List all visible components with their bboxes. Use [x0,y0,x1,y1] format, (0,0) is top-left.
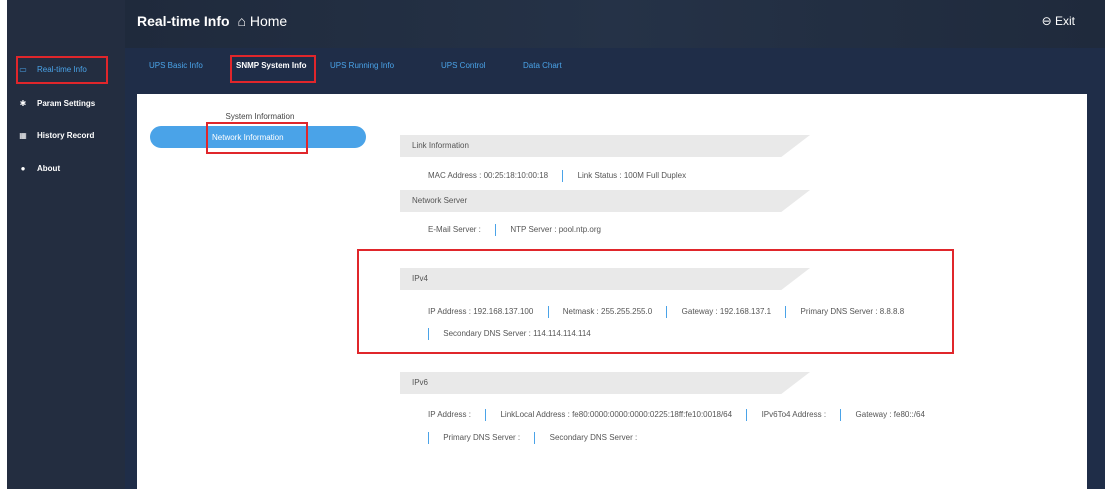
separator [495,224,497,236]
home-icon: ⌂ [237,13,246,29]
ipv6-secondary-dns-label: Secondary DNS Server : [549,433,638,443]
ipv6-row-1: IP Address : LinkLocal Address : fe80:00… [428,409,925,421]
info-icon: ● [20,163,26,173]
ntp-server-label: NTP Server : [510,225,557,235]
section-ipv4: IPv4 [400,268,810,290]
separator [485,409,487,421]
ipv6to4-address-label: IPv6To4 Address : [761,410,827,420]
section-ipv6: IPv6 [400,372,810,394]
ipv4-gateway-value: 192.168.137.1 [719,307,772,317]
sidebar-item-label: Real-time Info [37,64,87,74]
gear-icon: ✱ [19,98,27,108]
separator [562,170,564,182]
link-info-row: MAC Address : 00:25:18:10:00:18 Link Sta… [428,170,687,182]
sidebar-item-label: History Record [37,130,95,140]
mac-address-value: 00:25:18:10:00:18 [483,171,549,181]
ipv4-address-value: 192.168.137.100 [473,307,534,317]
monitor-icon: ▭ [19,64,27,74]
sidebar-item-realtime-info[interactable]: ▭ Real-time Info [17,58,117,80]
home-link[interactable]: ⌂ Home [237,13,287,29]
logout-icon: ⊖ [1041,14,1052,28]
ntp-server-value: pool.ntp.org [558,225,601,235]
ipv6-linklocal-value: fe80:0000:0000:0000:0225:18ff:fe10:0018/… [572,410,733,420]
subnav-system-information[interactable]: System Information [185,112,335,121]
ipv4-netmask-value: 255.255.255.0 [601,307,653,317]
tab-ups-control[interactable]: UPS Control [441,61,485,70]
calendar-icon: ▦ [19,130,27,140]
ipv4-primary-dns-value: 8.8.8.8 [879,307,905,317]
separator [428,432,429,444]
exit-button[interactable]: ⊖ Exit [1042,14,1075,28]
separator [840,409,842,421]
section-link-information: Link Information [400,135,810,157]
ipv6-address-label: IP Address : [428,410,471,420]
tab-data-chart[interactable]: Data Chart [523,61,562,70]
sidebar: ▭ Real-time Info ✱ Param Settings ▦ Hist… [7,0,125,489]
separator [785,306,787,318]
ipv4-row-1: IP Address : 192.168.137.100 Netmask : 2… [428,306,905,318]
tab-ups-running-info[interactable]: UPS Running Info [330,61,394,70]
sidebar-item-label: About [37,163,61,173]
subnav-network-information-label: Network Information [212,133,284,142]
link-status-value: 100M Full Duplex [623,171,687,181]
tab-bar: UPS Basic Info SNMP System Info UPS Runn… [125,48,1105,86]
ipv4-secondary-dns-value: 114.114.114.114 [533,329,591,339]
ipv4-row-2: Secondary DNS Server : 114.114.114.114 [428,328,591,340]
separator [547,306,549,318]
ipv6-gateway-value: fe80::/64 [893,410,925,420]
separator [534,432,536,444]
separator [666,306,668,318]
separator [746,409,748,421]
ipv6-row-2: Primary DNS Server : Secondary DNS Serve… [428,432,637,444]
tab-snmp-system-info[interactable]: SNMP System Info [236,61,307,70]
sidebar-item-param-settings[interactable]: ✱ Param Settings [17,92,117,114]
network-server-row: E-Mail Server : NTP Server : pool.ntp.or… [428,224,601,236]
page-title: Real-time Info ⌂ Home [137,13,288,29]
sidebar-item-label: Param Settings [37,98,96,108]
sidebar-item-about[interactable]: ● About [17,157,117,179]
tab-ups-basic-info[interactable]: UPS Basic Info [149,61,203,70]
ipv6-primary-dns-label: Primary DNS Server : [443,433,521,443]
top-bar: Real-time Info ⌂ Home ⊖ Exit [125,0,1105,48]
separator [428,328,429,340]
section-network-server: Network Server [400,190,810,212]
sidebar-item-history-record[interactable]: ▦ History Record [17,124,117,146]
email-server-label: E-Mail Server : [428,225,481,235]
